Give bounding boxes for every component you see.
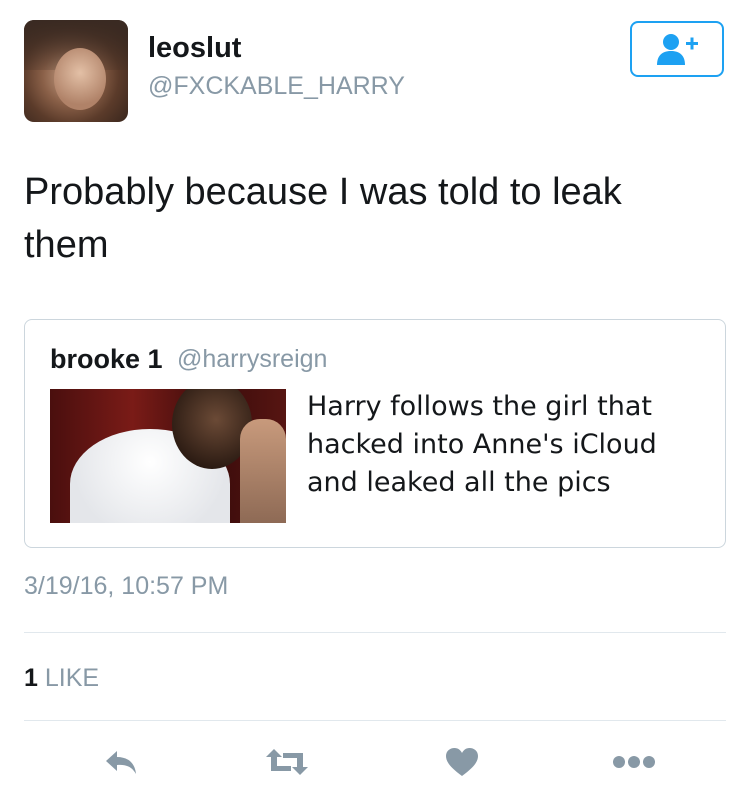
- reply-icon: [106, 751, 136, 774]
- timestamp: 3/19/16, 10:57 PM: [24, 572, 229, 600]
- quoted-tweet-name: brooke 1: [50, 344, 163, 374]
- retweet-icon: [266, 749, 308, 775]
- quoted-tweet-text: Harry follows the girl that hacked into …: [307, 388, 707, 502]
- reply-button[interactable]: [96, 742, 146, 782]
- tweet-text-line: them: [24, 224, 109, 266]
- quoted-tweet-image[interactable]: [50, 389, 286, 523]
- user-handle[interactable]: @FXCKABLE_HARRY: [148, 72, 405, 101]
- divider: [24, 720, 726, 721]
- more-icon: [613, 756, 655, 768]
- quoted-text-line: Harry follows the girl that: [307, 391, 652, 422]
- like-count[interactable]: 1 LIKE: [24, 664, 99, 693]
- add-user-icon: [657, 34, 698, 65]
- quoted-text-line: hacked into Anne's iCloud: [307, 429, 657, 460]
- heart-icon: [446, 748, 478, 776]
- like-button[interactable]: [437, 742, 487, 782]
- quoted-tweet-handle: @harrysreign: [177, 345, 328, 373]
- avatar[interactable]: [24, 20, 128, 122]
- display-name[interactable]: leoslut: [148, 32, 241, 65]
- more-button[interactable]: [609, 742, 659, 782]
- like-count-label: LIKE: [44, 664, 100, 692]
- tweet-text-line: Probably because I was told to leak: [24, 171, 622, 213]
- retweet-button[interactable]: [262, 742, 312, 782]
- quoted-text-line: and leaked all the pics: [307, 467, 611, 498]
- like-count-number: 1: [24, 664, 38, 692]
- tweet-text: Probably because I was told to leak them: [24, 166, 714, 272]
- image-arm: [240, 419, 286, 523]
- avatar-face: [54, 48, 106, 110]
- divider: [24, 632, 726, 633]
- follow-button[interactable]: [630, 21, 724, 77]
- quoted-tweet-card[interactable]: brooke 1 @harrysreign Harry follows the …: [24, 319, 726, 548]
